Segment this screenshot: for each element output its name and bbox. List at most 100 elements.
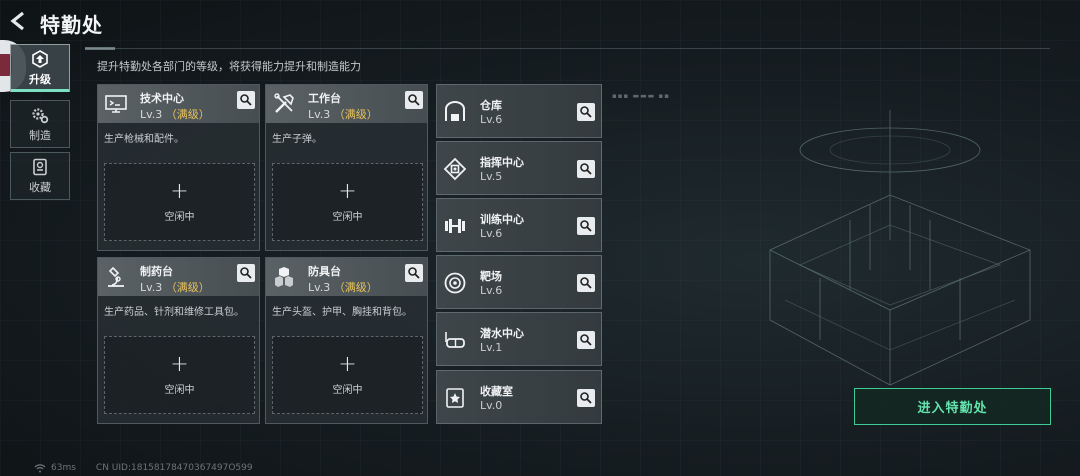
nav-tab-label: 收藏 bbox=[29, 180, 51, 194]
dept-level: Lv.6 bbox=[480, 227, 503, 240]
dept-level-value: Lv.3 bbox=[308, 108, 331, 121]
production-slot[interactable]: + 空闲中 bbox=[104, 163, 255, 241]
wifi-icon bbox=[34, 464, 46, 473]
inspect-button[interactable] bbox=[577, 217, 595, 235]
tools-icon bbox=[274, 93, 294, 113]
search-icon bbox=[240, 267, 252, 279]
back-arrow-icon[interactable] bbox=[8, 10, 30, 32]
dept-max-badge: （满级） bbox=[165, 108, 210, 121]
dept-level: Lv.6 bbox=[480, 284, 503, 297]
dept-card-header: 制药台 Lv.3 （满级） bbox=[98, 258, 259, 296]
enter-special-ops-button[interactable]: 进入特勤处 bbox=[854, 388, 1051, 425]
nav-tab-collection[interactable]: 收藏 bbox=[10, 152, 70, 200]
armor-icon bbox=[275, 267, 293, 287]
page-subtitle: 提升特勤处各部门的等级，将获得能力提升和制造能力 bbox=[97, 60, 361, 73]
dept-shooting-range[interactable]: 靶场 Lv.6 bbox=[436, 255, 602, 309]
plus-icon: + bbox=[170, 351, 189, 377]
dept-name: 潜水中心 bbox=[480, 327, 524, 340]
plus-icon: + bbox=[338, 351, 357, 377]
dept-command-center[interactable]: 指挥中心 Lv.5 bbox=[436, 141, 602, 195]
dept-level: Lv.3 （满级） bbox=[308, 279, 378, 295]
gear-icon bbox=[32, 107, 49, 123]
warehouse-icon bbox=[445, 101, 465, 121]
dept-card-header: 工作台 Lv.3 （满级） bbox=[266, 85, 427, 123]
upgrade-icon bbox=[32, 49, 48, 68]
dept-level: Lv.1 bbox=[480, 341, 503, 354]
collection-icon bbox=[33, 158, 47, 175]
inspect-button[interactable] bbox=[577, 389, 595, 407]
nav-tab-upgrade[interactable]: 升级 bbox=[10, 44, 70, 92]
base-wireframe-illustration bbox=[769, 110, 1032, 386]
dept-name: 防具台 bbox=[308, 265, 341, 278]
slot-status: 空闲中 bbox=[332, 384, 363, 396]
monitor-icon bbox=[105, 95, 127, 113]
diving-mask-icon bbox=[445, 332, 465, 348]
inspect-button[interactable] bbox=[237, 264, 255, 282]
dumbbell-icon bbox=[445, 219, 465, 233]
dept-description: 生产头盔、护甲、胸挂和背包。 bbox=[272, 307, 412, 318]
dept-card-header: 防具台 Lv.3 （满级） bbox=[266, 258, 427, 296]
inspect-button[interactable] bbox=[577, 103, 595, 121]
dept-level: Lv.3 （满级） bbox=[140, 106, 210, 122]
dept-name: 靶场 bbox=[480, 270, 502, 283]
inspect-button[interactable] bbox=[577, 331, 595, 349]
inspect-button[interactable] bbox=[577, 160, 595, 178]
inspect-button[interactable] bbox=[237, 91, 255, 109]
dept-level-value: Lv.3 bbox=[140, 281, 163, 294]
dept-name: 训练中心 bbox=[480, 213, 524, 226]
nav-tab-craft[interactable]: 制造 bbox=[10, 100, 70, 148]
decorative-ticks: ▪▪▪ ▬▬▬ ▪▪ bbox=[612, 92, 671, 100]
inspect-button[interactable] bbox=[405, 264, 423, 282]
header-divider bbox=[85, 47, 1050, 50]
dept-level: Lv.5 bbox=[480, 170, 503, 183]
production-slot[interactable]: + 空闲中 bbox=[104, 336, 255, 414]
dept-diving-center[interactable]: 潜水中心 Lv.1 bbox=[436, 312, 602, 366]
dept-level: Lv.3 （满级） bbox=[308, 106, 378, 122]
dept-card-tech-center: 技术中心 Lv.3 （满级） 生产枪械和配件。 + 空闲中 bbox=[97, 84, 260, 251]
slot-status: 空闲中 bbox=[332, 211, 363, 223]
production-slot[interactable]: + 空闲中 bbox=[272, 163, 423, 241]
dept-description: 生产药品、针剂和维修工具包。 bbox=[104, 307, 244, 318]
dept-card-header: 技术中心 Lv.3 （满级） bbox=[98, 85, 259, 123]
search-icon bbox=[580, 163, 592, 175]
dept-warehouse[interactable]: 仓库 Lv.6 bbox=[436, 84, 602, 138]
slot-status: 空闲中 bbox=[164, 211, 195, 223]
status-footer: 63ms CN UID:18158178470367497O599 bbox=[34, 463, 253, 473]
search-icon bbox=[580, 392, 592, 404]
dept-card-pharmacy: 制药台 Lv.3 （满级） 生产药品、针剂和维修工具包。 + 空闲中 bbox=[97, 257, 260, 424]
dept-name: 指挥中心 bbox=[480, 156, 524, 169]
search-icon bbox=[408, 94, 420, 106]
production-slot[interactable]: + 空闲中 bbox=[272, 336, 423, 414]
chip-icon bbox=[443, 157, 467, 181]
target-icon bbox=[444, 272, 466, 294]
inspect-button[interactable] bbox=[577, 274, 595, 292]
search-icon bbox=[408, 267, 420, 279]
search-icon bbox=[580, 220, 592, 232]
dept-name: 仓库 bbox=[480, 99, 502, 112]
page-title: 特勤处 bbox=[40, 13, 103, 37]
inspect-button[interactable] bbox=[405, 91, 423, 109]
dept-level: Lv.6 bbox=[480, 113, 503, 126]
dept-description: 生产子弹。 bbox=[272, 134, 322, 145]
uid-text: CN UID:18158178470367497O599 bbox=[95, 463, 253, 473]
dept-max-badge: （满级） bbox=[333, 108, 378, 121]
network-status: 63ms bbox=[34, 463, 76, 473]
plus-icon: + bbox=[170, 178, 189, 204]
dept-name: 收藏室 bbox=[480, 385, 513, 398]
dept-collection-room[interactable]: 收藏室 Lv.0 bbox=[436, 370, 602, 424]
nav-tab-label: 升级 bbox=[29, 72, 51, 86]
dept-training-center[interactable]: 训练中心 Lv.6 bbox=[436, 198, 602, 252]
dept-card-workbench: 工作台 Lv.3 （满级） 生产子弹。 + 空闲中 bbox=[265, 84, 428, 251]
dept-max-badge: （满级） bbox=[165, 281, 210, 294]
trophy-icon bbox=[446, 388, 464, 408]
search-icon bbox=[580, 334, 592, 346]
dept-name: 技术中心 bbox=[140, 92, 184, 105]
dept-level: Lv.3 （满级） bbox=[140, 279, 210, 295]
dept-description: 生产枪械和配件。 bbox=[104, 134, 184, 145]
dept-card-armor-bench: 防具台 Lv.3 （满级） 生产头盔、护甲、胸挂和背包。 + 空闲中 bbox=[265, 257, 428, 424]
search-icon bbox=[580, 277, 592, 289]
dept-max-badge: （满级） bbox=[333, 281, 378, 294]
ping-value: 63ms bbox=[51, 463, 76, 473]
plus-icon: + bbox=[338, 178, 357, 204]
dept-name: 工作台 bbox=[308, 92, 341, 105]
